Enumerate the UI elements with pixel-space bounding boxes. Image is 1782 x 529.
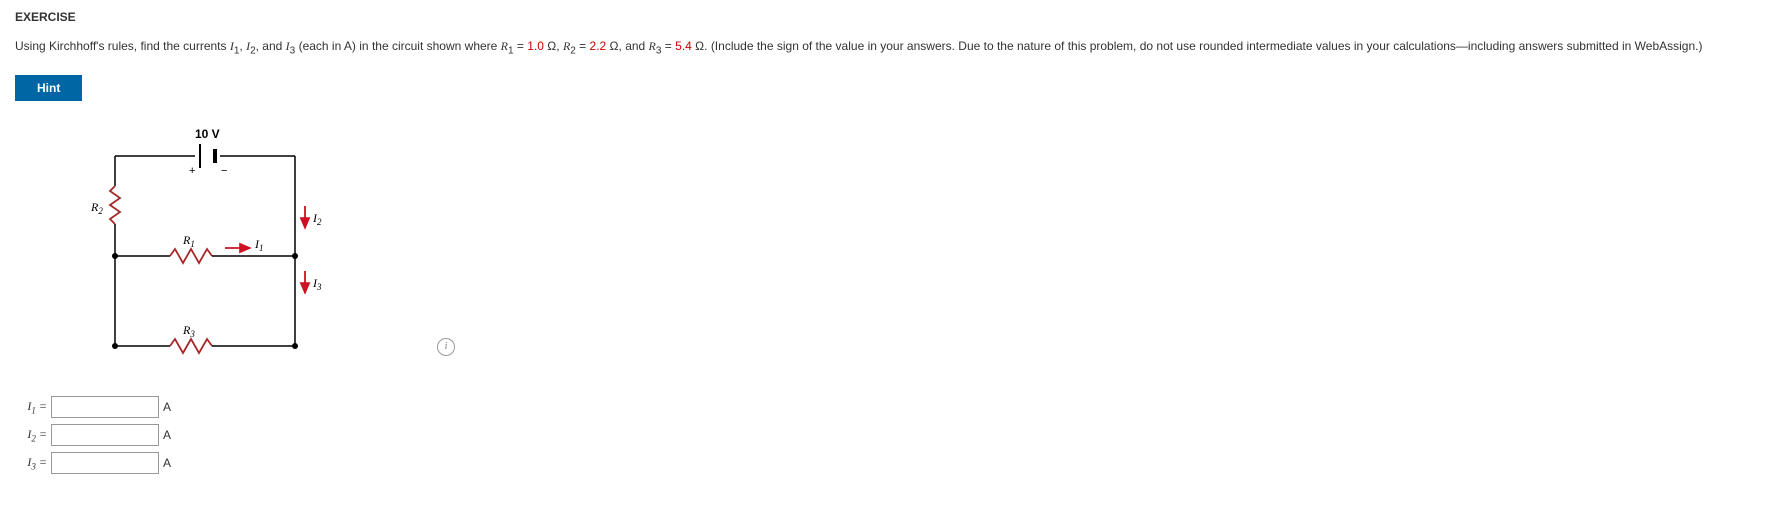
var-r3: R	[649, 39, 656, 53]
info-icon[interactable]: i	[437, 338, 455, 356]
svg-text:I2: I2	[312, 211, 322, 227]
answer-label-i2: I2 =	[15, 427, 47, 443]
var-r1: R	[501, 39, 508, 53]
answer-row-i1: I1 = A	[15, 396, 1767, 418]
svg-text:I1: I1	[254, 237, 264, 253]
text: Ω, and	[606, 39, 648, 53]
answer-unit-i3: A	[163, 456, 171, 470]
answer-label-i3: I3 =	[15, 455, 47, 471]
problem-statement: Using Kirchhoff's rules, find the curren…	[15, 36, 1767, 59]
voltage-label: 10 V	[195, 127, 220, 141]
text: =	[576, 39, 590, 53]
svg-text:+: +	[189, 165, 195, 177]
answer-unit-i2: A	[163, 428, 171, 442]
circuit-svg: + − 10 V R2 I2 R1 I1 I3 R3	[75, 116, 415, 376]
answer-unit-i1: A	[163, 400, 171, 414]
svg-text:R3: R3	[182, 323, 195, 339]
answer-row-i2: I2 = A	[15, 424, 1767, 446]
answer-section: I1 = A I2 = A I3 = A	[15, 396, 1767, 474]
value-r3: 5.4	[675, 39, 692, 53]
svg-text:I3: I3	[312, 276, 322, 292]
circuit-diagram: + − 10 V R2 I2 R1 I1 I3 R3	[75, 116, 455, 386]
value-r1: 1.0	[527, 39, 544, 53]
svg-text:R2: R2	[90, 200, 103, 216]
svg-text:R1: R1	[182, 233, 195, 249]
answer-row-i3: I3 = A	[15, 452, 1767, 474]
text: =	[661, 39, 675, 53]
answer-input-i3[interactable]	[51, 452, 159, 474]
text: , and	[256, 39, 286, 53]
text: (each in A) in the circuit shown where	[295, 39, 500, 53]
answer-input-i2[interactable]	[51, 424, 159, 446]
exercise-heading: EXERCISE	[15, 10, 1767, 24]
hint-button[interactable]: Hint	[15, 75, 82, 101]
value-r2: 2.2	[590, 39, 607, 53]
text: (Include the sign of the value in your a…	[711, 39, 1703, 53]
text: Ω.	[692, 39, 711, 53]
text: =	[514, 39, 528, 53]
text: Using Kirchhoff's rules, find the curren…	[15, 39, 230, 53]
answer-input-i1[interactable]	[51, 396, 159, 418]
svg-text:−: −	[221, 165, 227, 177]
text: Ω,	[544, 39, 563, 53]
answer-label-i1: I1 =	[15, 399, 47, 415]
